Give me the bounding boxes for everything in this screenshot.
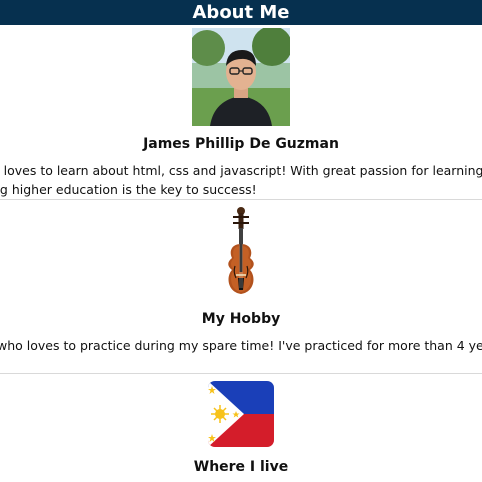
section-divider [0, 373, 482, 374]
hobby-title: My Hobby [201, 311, 281, 327]
location-title: Where I live [193, 459, 289, 475]
page-header: About Me [0, 0, 482, 25]
profile-photo [192, 28, 290, 126]
profile-name: James Phillip De Guzman [143, 136, 339, 152]
violin-icon [221, 206, 261, 302]
profile-bio-line-1: o loves to learn about html, css and jav… [0, 163, 482, 178]
philippines-flag-icon [208, 381, 274, 447]
hobby-text: who loves to practice during my spare ti… [0, 338, 482, 353]
about-me-page: About Me James Phillip De Guzman o loves… [0, 0, 482, 482]
section-divider [0, 199, 482, 200]
page-title: About Me [192, 2, 290, 23]
profile-bio-line-2: ng higher education is the key to succes… [0, 182, 257, 197]
